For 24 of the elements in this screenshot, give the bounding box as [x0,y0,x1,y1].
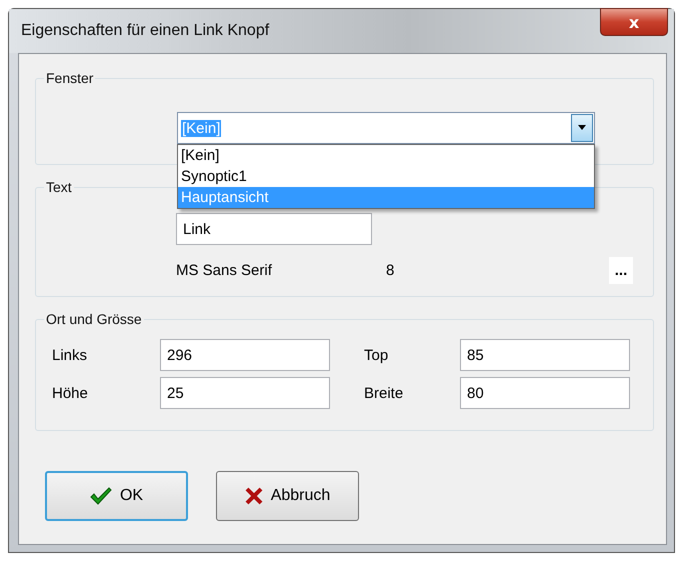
x-icon [244,487,263,505]
input-field[interactable]: 80 [460,377,630,409]
close-button[interactable]: x [600,8,668,36]
dropdown-option[interactable]: [Kein] [178,145,594,166]
ok-button[interactable]: OK [45,471,188,521]
group-label: Fenster [45,70,94,86]
dropdown-value: [Kein] [181,120,222,136]
field-label: Breite [363,384,404,402]
group-label: Ort und Grösse [45,311,143,327]
font-size: 8 [386,262,394,279]
group-label: Text [45,179,73,195]
text-field[interactable]: Link [176,213,372,245]
input-field[interactable]: 296 [160,339,330,371]
cancel-button[interactable]: Abbruch [216,471,359,521]
checkmark-icon [90,487,112,505]
field-label: Links [51,346,88,364]
window-title: Eigenschaften für einen Link Knopf [21,22,270,40]
font-name: MS Sans Serif [176,262,273,279]
field-label: Höhe [51,384,89,402]
font-button[interactable]: ... [609,257,633,284]
input-field[interactable]: 25 [160,377,330,409]
input-field[interactable]: 85 [460,339,630,371]
dropdown-option[interactable]: Synoptic1 [178,166,594,187]
field-label: Top [363,346,390,364]
